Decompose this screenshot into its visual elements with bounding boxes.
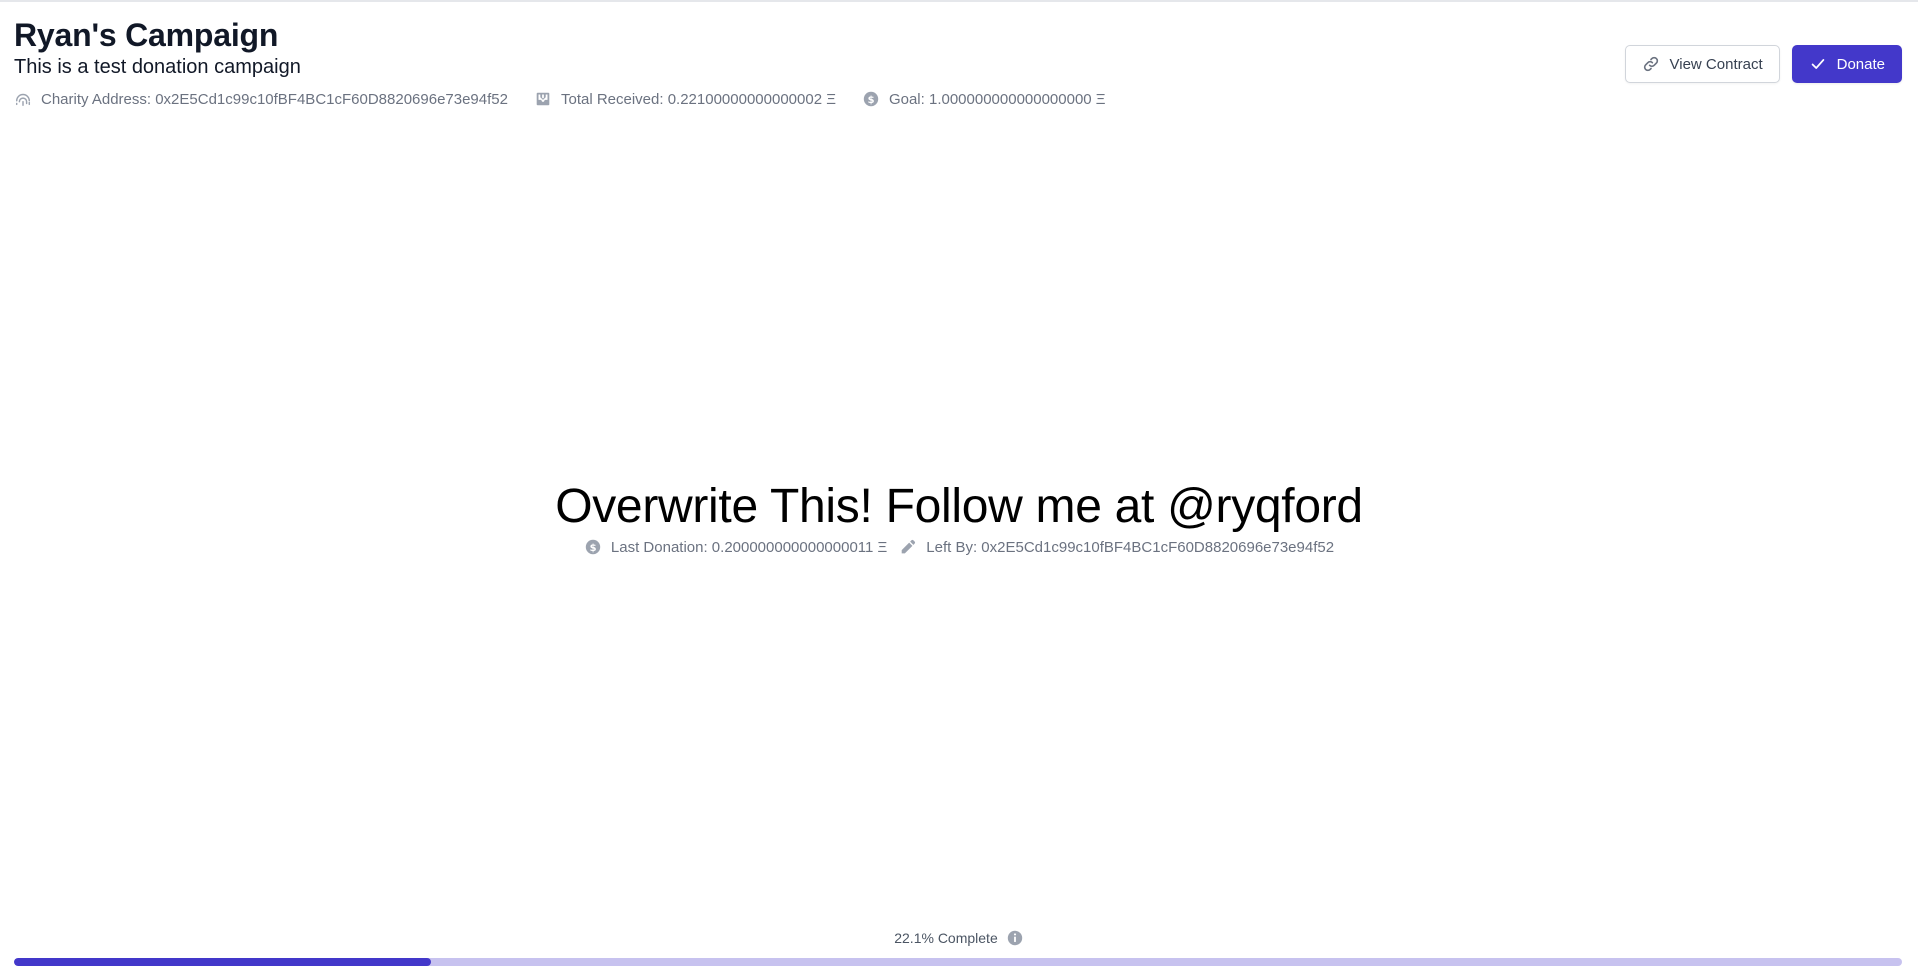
currency-dollar-icon: $ xyxy=(863,91,879,107)
campaign-header: Ryan's Campaign This is a test donation … xyxy=(14,16,1902,108)
pencil-icon xyxy=(901,540,916,554)
progress-label-text: 22.1% Complete xyxy=(894,930,998,946)
donate-button[interactable]: Donate xyxy=(1791,45,1902,83)
inbox-download-icon xyxy=(536,92,550,106)
campaign-title: Ryan's Campaign xyxy=(14,17,279,53)
total-received-text: Total Received: 0.22100000000000002 Ξ xyxy=(560,90,836,108)
donate-label: Donate xyxy=(1836,55,1885,73)
charity-address-item: Charity Address: 0x2E5Cd1c99c10fBF4BC1cF… xyxy=(14,90,508,108)
svg-text:$: $ xyxy=(868,95,875,106)
donation-message: Overwrite This! Follow me at @ryqford xyxy=(555,480,1363,533)
svg-text:$: $ xyxy=(589,543,596,554)
info-icon[interactable] xyxy=(1006,929,1024,947)
header-actions: View Contract Donate xyxy=(1624,45,1902,83)
campaign-meta: Charity Address: 0x2E5Cd1c99c10fBF4BC1cF… xyxy=(14,90,1902,108)
check-icon xyxy=(1811,59,1824,69)
progress-label: 22.1% Complete xyxy=(0,929,1918,947)
last-donation-item: $ Last Donation: 0.200000000000000011 Ξ xyxy=(584,538,887,556)
last-donation-text: Last Donation: 0.200000000000000011 Ξ xyxy=(610,538,888,556)
campaign-description: This is a test donation campaign xyxy=(14,56,301,78)
donation-meta: $ Last Donation: 0.200000000000000011 Ξ … xyxy=(0,538,1918,556)
fingerprint-icon xyxy=(15,93,31,107)
left-by-text: Left By: 0x2E5Cd1c99c10fBF4BC1cF60D88206… xyxy=(926,538,1335,556)
goal-item: $ Goal: 1.000000000000000000 Ξ xyxy=(862,90,1106,108)
donation-message-area: Overwrite This! Follow me at @ryqford $ … xyxy=(0,478,1918,556)
left-by-item: Left By: 0x2E5Cd1c99c10fBF4BC1cF60D88206… xyxy=(899,538,1334,556)
progress-bar-fill xyxy=(14,958,432,966)
currency-dollar-icon: $ xyxy=(585,539,601,555)
view-contract-button[interactable]: View Contract xyxy=(1624,45,1780,83)
view-contract-label: View Contract xyxy=(1669,55,1763,73)
link-icon xyxy=(1643,56,1658,72)
goal-text: Goal: 1.000000000000000000 Ξ xyxy=(888,90,1106,108)
top-border xyxy=(0,0,1918,2)
total-received-item: Total Received: 0.22100000000000002 Ξ xyxy=(534,90,836,108)
progress-bar xyxy=(14,958,1902,966)
charity-address-text: Charity Address: 0x2E5Cd1c99c10fBF4BC1cF… xyxy=(41,90,508,108)
